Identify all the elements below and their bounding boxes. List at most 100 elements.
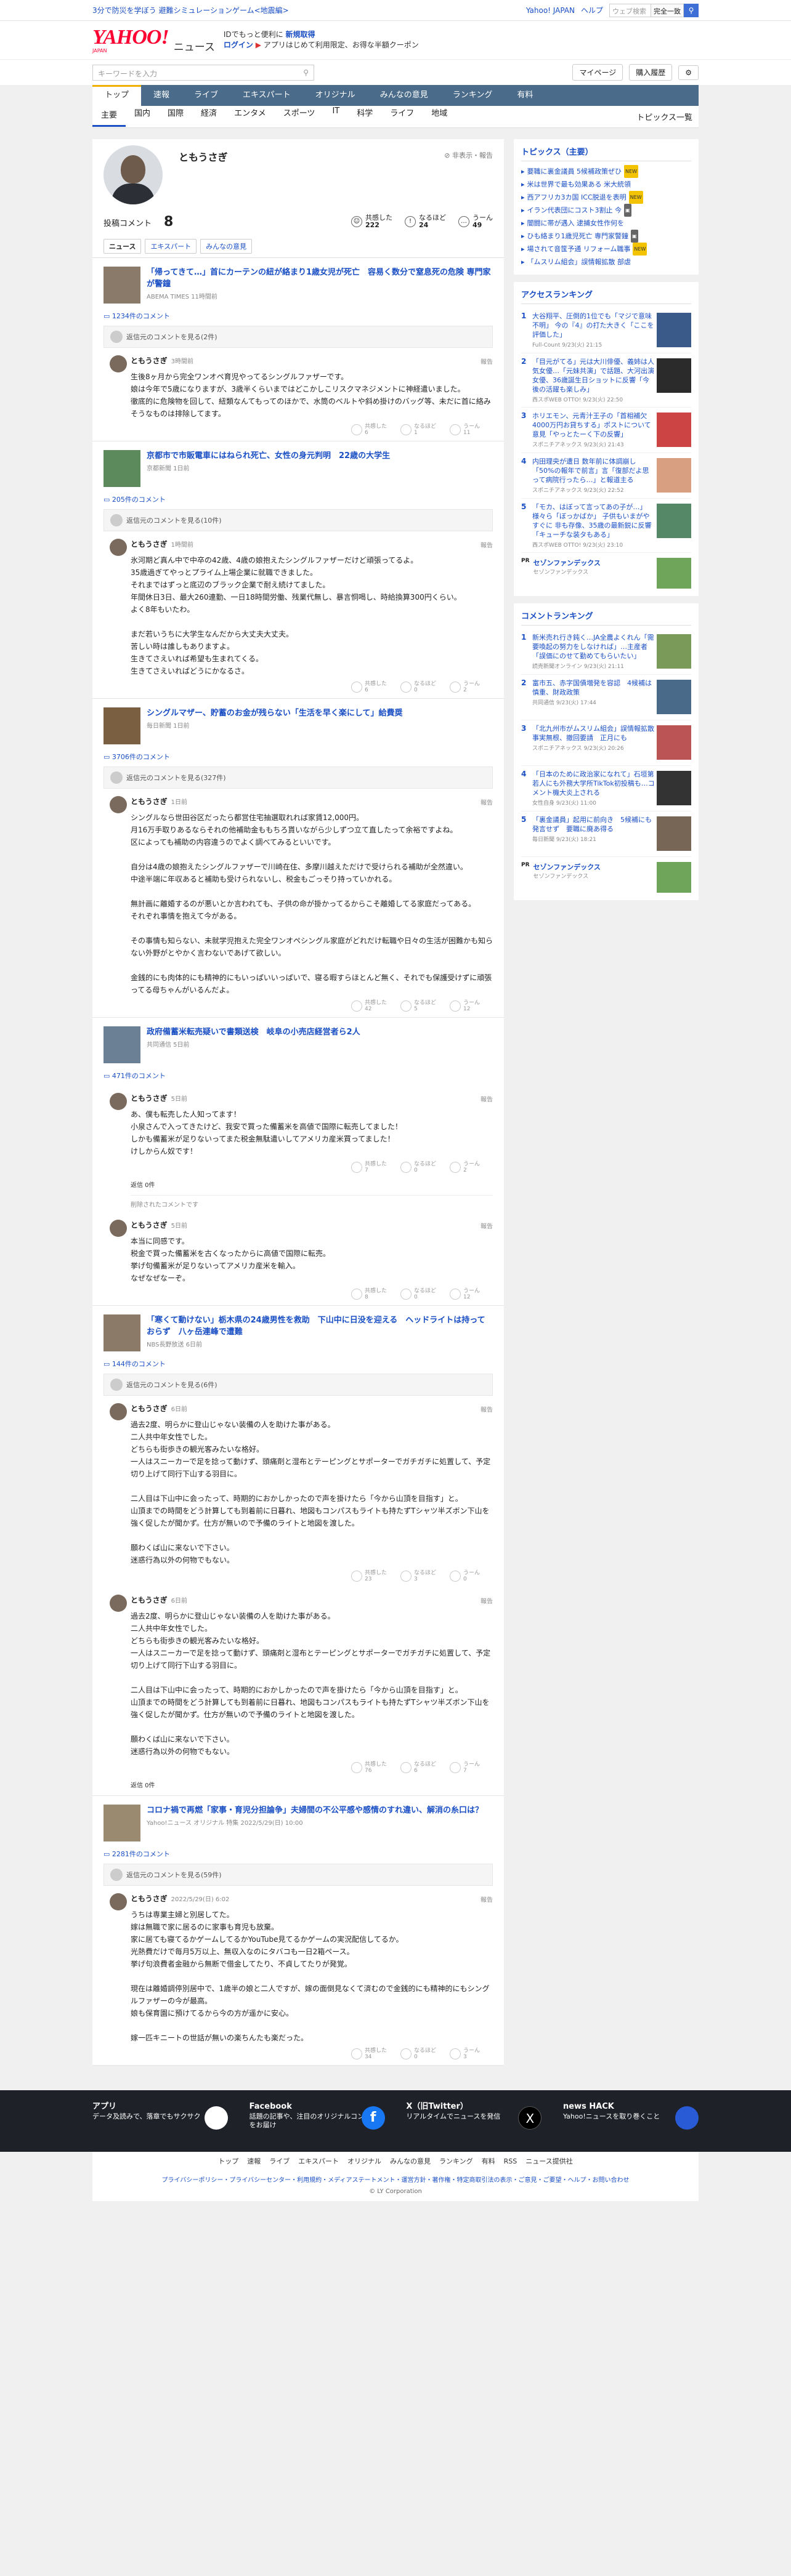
footer-nav-item[interactable]: エキスパート bbox=[298, 2156, 339, 2166]
comment-author[interactable]: ともうさぎ 1時間前 bbox=[131, 539, 493, 549]
rank-thumbnail[interactable] bbox=[657, 771, 691, 805]
tab-news[interactable]: ニュース bbox=[103, 239, 142, 254]
reaction-button[interactable]: なるほど 5 bbox=[400, 1000, 444, 1012]
reaction-button[interactable]: 共感した 6 bbox=[351, 681, 394, 693]
comments-count-link[interactable]: ▭ 1234件のコメント bbox=[103, 308, 493, 326]
reaction-button[interactable]: 共感した 34 bbox=[351, 2048, 394, 2060]
tab-expert[interactable]: エキスパート bbox=[230, 85, 303, 106]
reaction-button[interactable]: うーん 3 bbox=[450, 2048, 493, 2060]
signup-link[interactable]: 新規取得 bbox=[285, 30, 315, 39]
ranking-item[interactable]: 1 大谷翔平、圧倒的1位でも「マジで意味不明」 今の『4』の打た大きく「ここを評価… bbox=[521, 308, 691, 353]
rank-thumbnail[interactable] bbox=[657, 313, 691, 347]
legal-links[interactable]: プライバシーポリシー・プライバシーセンター・利用規約・メディアステートメント・運… bbox=[92, 2175, 699, 2186]
parent-comment-link[interactable]: 返信元のコメントを見る(10件) bbox=[103, 509, 493, 531]
keyword-search-input[interactable]: キーワードを入力 ⚲ bbox=[92, 64, 314, 81]
comment-author[interactable]: ともうさぎ 2022/5/29(日) 6:02 bbox=[131, 1893, 493, 1904]
pr-ad[interactable]: PR セゾンファンデックス セゾンファンデックス bbox=[521, 553, 691, 590]
cat-it[interactable]: IT bbox=[323, 107, 348, 127]
footer-nav-item[interactable]: ランキング bbox=[439, 2156, 473, 2166]
ranking-item[interactable]: 3 「北九州市がムスリム組会」誤情報拡散 事実無根、撤回要請 正月にも スポニチアネ… bbox=[521, 720, 691, 766]
comments-count-link[interactable]: ▭ 144件のコメント bbox=[103, 1356, 493, 1374]
reaction-button[interactable]: うーん 12 bbox=[450, 1000, 493, 1012]
article-thumbnail[interactable] bbox=[103, 1026, 140, 1063]
article-thumbnail[interactable] bbox=[103, 1314, 140, 1351]
ranking-item[interactable]: 4 「日本のために政治家になれて」石垣第若人にも外務大学所TikTok初投稿も…コ… bbox=[521, 766, 691, 811]
ranking-item[interactable]: 2 富市五、赤字国債増発を容認 4候補は慎重、財政政策 共同通信 9/23(火) 1… bbox=[521, 675, 691, 720]
footer-nav-item[interactable]: RSS bbox=[504, 2157, 517, 2165]
article-title[interactable]: 京都市で市販電車にはねられ死亡、女性の身元判明 22歳の大学生 bbox=[147, 450, 390, 462]
ranking-item[interactable]: 5 「裏金議員」起用に前向き 5候補にも発言せず 要職に廃あ得る 毎日新聞 9/23… bbox=[521, 811, 691, 857]
replies-toggle[interactable]: 返信 0件 bbox=[131, 1180, 493, 1189]
reaction-button[interactable]: 共感した 23 bbox=[351, 1570, 394, 1582]
topics-list-link[interactable]: トピックス一覧 bbox=[636, 111, 692, 123]
footer-nav-item[interactable]: ニュース提供社 bbox=[525, 2156, 572, 2166]
mypage-button[interactable]: マイページ bbox=[572, 64, 623, 81]
report-button[interactable]: 報告 bbox=[481, 1894, 493, 1904]
cat-main[interactable]: 主要 bbox=[92, 107, 126, 127]
footer-app-card[interactable]: アプリ データ及読みで、落章でもサクサク bbox=[92, 2103, 228, 2130]
article-thumbnail[interactable] bbox=[103, 707, 140, 744]
promo-link[interactable]: 3分で防災を学ぼう 避難シミュレーションゲーム<地震編> bbox=[92, 5, 289, 15]
reaction-button[interactable]: なるほど 1 bbox=[400, 424, 444, 436]
reaction-button[interactable]: うーん 11 bbox=[450, 424, 493, 436]
article-thumbnail[interactable] bbox=[103, 450, 140, 487]
article-title[interactable]: 「寒くて動けない」栃木県の24歳男性を救助 下山中に日没を迎える ヘッドライトは… bbox=[147, 1314, 493, 1338]
tab-breaking[interactable]: 速報 bbox=[141, 85, 182, 106]
rank-thumbnail[interactable] bbox=[657, 504, 691, 538]
footer-newshack-card[interactable]: news HACK Yahoo!ニュースを取り巻くこと bbox=[563, 2103, 699, 2130]
reaction-button[interactable]: うーん 2 bbox=[450, 1161, 493, 1173]
cat-science[interactable]: 科学 bbox=[348, 107, 381, 127]
tab-ranking[interactable]: ランキング bbox=[440, 85, 505, 106]
tab-paid[interactable]: 有料 bbox=[505, 85, 545, 106]
comment-author[interactable]: ともうさぎ 3時間前 bbox=[131, 355, 493, 366]
login-link[interactable]: ログイン bbox=[224, 41, 253, 49]
parent-comment-link[interactable]: 返信元のコメントを見る(6件) bbox=[103, 1374, 493, 1396]
search-icon[interactable]: ⚲ bbox=[684, 3, 699, 17]
reaction-button[interactable]: なるほど 3 bbox=[400, 1570, 444, 1582]
cat-domestic[interactable]: 国内 bbox=[126, 107, 159, 127]
purchase-history-button[interactable]: 購入履歴 bbox=[629, 64, 673, 81]
comment-author[interactable]: ともうさぎ 5日前 bbox=[131, 1220, 493, 1230]
gear-icon[interactable]: ⚙ bbox=[678, 65, 699, 80]
ranking-item[interactable]: 2 「目元がてる」元は大川俳優、義姉は人気女優…「元妹共演」で話題、大河出演女優、… bbox=[521, 353, 691, 408]
ranking-item[interactable]: 4 内田理央が遭日 数年前に体調崩し「50%の報年で前言」言「復部だよ思って病院行… bbox=[521, 453, 691, 499]
reaction-button[interactable]: なるほど 0 bbox=[400, 1161, 444, 1173]
article-header[interactable]: 政府備蓄米転売疑いで書類送検 岐阜の小売店経営者ら2人 共同通信 5日前 bbox=[103, 1018, 493, 1068]
tab-original[interactable]: オリジナル bbox=[303, 85, 368, 106]
report-button[interactable]: 報告 bbox=[481, 1404, 493, 1414]
reaction-button[interactable]: なるほど 6 bbox=[400, 1761, 444, 1774]
help-link[interactable]: ヘルプ bbox=[581, 5, 603, 15]
ranking-item[interactable]: 3 ホリエモン、元青汁王子の「首相補欠4000万円お貸ちする」ポストについて意見「… bbox=[521, 408, 691, 453]
reaction-button[interactable]: うーん 7 bbox=[450, 1761, 493, 1774]
topic-item[interactable]: ▸ 米は世界で最も効果ある 米大統領 bbox=[521, 178, 691, 191]
report-button[interactable]: 報告 bbox=[481, 1221, 493, 1230]
yahoo-news-logo[interactable]: YAHOO! JAPAN ニュース bbox=[92, 26, 215, 54]
topic-item[interactable]: ▸ イラン代表団にコスト3割止 今 ▣ bbox=[521, 204, 691, 217]
article-title[interactable]: 政府備蓄米転売疑いで書類送検 岐阜の小売店経営者ら2人 bbox=[147, 1026, 360, 1038]
footer-facebook-card[interactable]: Facebook 話題の記事や、注目のオリジナルコンテンツをお届け f bbox=[249, 2103, 385, 2130]
footer-nav-item[interactable]: みんなの意見 bbox=[390, 2156, 431, 2166]
comment-author[interactable]: ともうさぎ 1日前 bbox=[131, 796, 493, 807]
report-button[interactable]: 報告 bbox=[481, 1094, 493, 1103]
article-title[interactable]: 「帰ってきて…」首にカーテンの紐が絡まり1歳女児が死亡 容易く数分で窒息死の危険… bbox=[147, 267, 493, 290]
article-header[interactable]: 京都市で市販電車にはねられ死亡、女性の身元判明 22歳の大学生 京都新聞 1日前 bbox=[103, 441, 493, 492]
report-button[interactable]: 報告 bbox=[481, 540, 493, 549]
cat-business[interactable]: 経済 bbox=[192, 107, 225, 127]
reaction-button[interactable]: 共感した 76 bbox=[351, 1761, 394, 1774]
topic-item[interactable]: ▸ 要職に裏金議員 5候補政策ぜひ NEW bbox=[521, 165, 691, 178]
tab-live[interactable]: ライブ bbox=[182, 85, 230, 106]
comments-count-link[interactable]: ▭ 205件のコメント bbox=[103, 492, 493, 509]
tab-expert-comments[interactable]: エキスパート bbox=[145, 239, 197, 254]
comments-count-link[interactable]: ▭ 2281件のコメント bbox=[103, 1846, 493, 1864]
comment-author[interactable]: ともうさぎ 5日前 bbox=[131, 1093, 493, 1103]
rank-thumbnail[interactable] bbox=[657, 634, 691, 669]
cat-local[interactable]: 地域 bbox=[423, 107, 456, 127]
footer-nav-item[interactable]: トップ bbox=[218, 2156, 238, 2166]
rank-thumbnail[interactable] bbox=[657, 358, 691, 393]
report-button[interactable]: 報告 bbox=[481, 1596, 493, 1605]
rank-thumbnail[interactable] bbox=[657, 680, 691, 714]
rank-thumbnail[interactable] bbox=[657, 413, 691, 447]
reaction-button[interactable]: 共感した 6 bbox=[351, 424, 394, 436]
reaction-button[interactable]: なるほど 0 bbox=[400, 1288, 444, 1300]
parent-comment-link[interactable]: 返信元のコメントを見る(2件) bbox=[103, 326, 493, 348]
